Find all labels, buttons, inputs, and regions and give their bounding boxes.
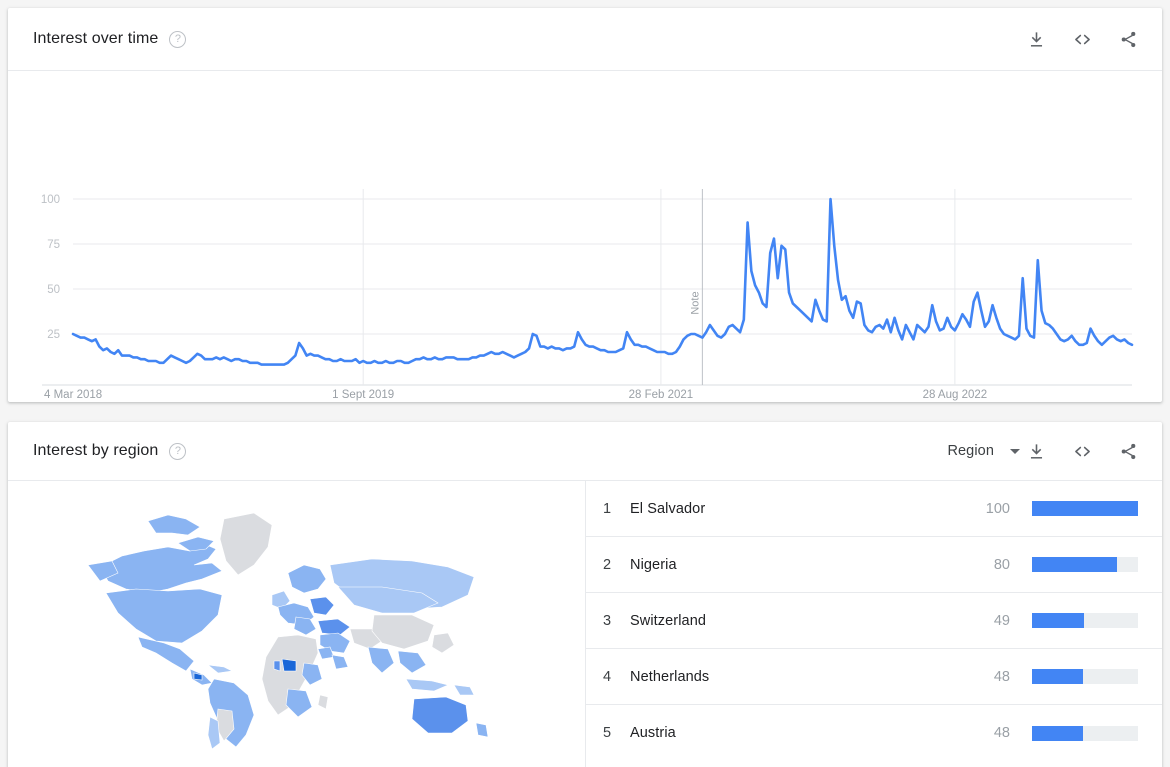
region-value: 48 (993, 668, 1010, 685)
trends-line-chart: 25 50 75 100 4 Mar 2018 1 Sept 2019 28 Feb 202… (41, 189, 1134, 401)
map-country-ghana[interactable] (273, 660, 280, 671)
region-value: 100 (985, 500, 1010, 517)
region-bar-fill (1032, 557, 1117, 572)
interest-by-region-actions (1024, 439, 1140, 463)
map-country-gulf[interactable] (331, 654, 348, 669)
map-country-canada[interactable] (99, 542, 223, 593)
x-axis-tick-label: 4 Mar 2018 (44, 389, 102, 401)
map-country-chile[interactable] (207, 716, 220, 750)
chevron-down-icon (1010, 448, 1020, 454)
region-bar-track (1032, 725, 1138, 741)
region-value: 48 (993, 725, 1010, 741)
map-country-mexico[interactable] (137, 636, 194, 671)
trends-line-series (71, 197, 1134, 366)
download-icon[interactable] (1024, 27, 1048, 51)
table-row[interactable]: 1 El Salvador 100 (586, 481, 1162, 537)
map-country-indonesia-east[interactable] (452, 684, 474, 695)
x-axis-tick-label: 28 Aug 2022 (923, 389, 988, 401)
region-value: 80 (993, 556, 1010, 573)
region-rank: 2 (603, 556, 612, 573)
map-country-china[interactable] (371, 614, 434, 649)
map-country-japan-korea[interactable] (431, 632, 454, 653)
embed-code-icon[interactable] (1070, 439, 1094, 463)
interest-over-time-chart: 25 50 75 100 4 Mar 2018 1 Sept 2019 28 Feb 202… (8, 71, 1162, 401)
map-country-arctic-islands[interactable] (147, 514, 201, 535)
interest-by-region-card: Interest by region ? Region 1 El Salvado… (8, 422, 1162, 767)
region-bar-fill (1032, 669, 1083, 684)
y-axis-tick-label: 25 (47, 329, 60, 341)
region-name: Switzerland (630, 612, 707, 629)
map-country-nigeria[interactable] (281, 658, 296, 671)
region-rank: 5 (603, 725, 612, 741)
google-trends-page: Interest over time ? 25 50 75 100 4 Mar … (0, 0, 1170, 767)
embed-code-icon[interactable] (1070, 27, 1094, 51)
map-country-greenland[interactable] (219, 512, 272, 575)
region-scope-label: Region (947, 443, 994, 459)
table-row[interactable]: 4 Netherlands 48 (586, 649, 1162, 705)
interest-by-region-body: 1 El Salvador 100 2 Nigeria 80 3 Switzerland 49 4… (8, 481, 1162, 767)
region-ranking-list: 1 El Salvador 100 2 Nigeria 80 3 Switzerland 49 4… (586, 481, 1162, 767)
world-map-pane[interactable] (8, 481, 586, 767)
interest-over-time-card: Interest over time ? 25 50 75 100 4 Mar … (8, 8, 1162, 402)
region-name: Nigeria (630, 556, 677, 573)
map-country-indonesia[interactable] (404, 678, 449, 691)
region-name: Austria (630, 725, 676, 741)
table-row[interactable]: 3 Switzerland 49 (586, 593, 1162, 649)
region-bar-fill (1032, 725, 1083, 741)
help-circle-icon[interactable]: ? (169, 30, 187, 48)
region-bar-track (1032, 501, 1138, 516)
page-title: Interest over time (33, 30, 159, 47)
interest-over-time-header: Interest over time ? (8, 8, 1162, 71)
region-rank: 3 (603, 612, 612, 629)
region-scope-dropdown[interactable]: Region (947, 443, 1020, 459)
region-name: El Salvador (630, 500, 706, 517)
y-axis-tick-label: 50 (47, 284, 60, 296)
world-choropleth-map[interactable] (82, 503, 512, 753)
map-country-central-europe[interactable] (309, 596, 334, 615)
region-name: Netherlands (630, 668, 710, 685)
map-country-southeast-asia[interactable] (397, 650, 426, 673)
region-bar-fill (1032, 613, 1084, 628)
table-row[interactable]: 2 Nigeria 80 (586, 537, 1162, 593)
map-country-east-africa[interactable] (301, 662, 322, 685)
y-axis-tick-label: 100 (41, 194, 60, 206)
interest-over-time-actions (1024, 27, 1140, 51)
x-axis-tick-label: 28 Feb 2021 (629, 389, 694, 401)
interest-by-region-header: Interest by region ? Region (8, 422, 1162, 481)
map-country-australia[interactable] (411, 696, 468, 733)
help-circle-icon[interactable]: ? (169, 442, 187, 460)
table-row[interactable]: 5 Austria 48 (586, 705, 1162, 761)
map-country-italy-balkans[interactable] (293, 616, 316, 635)
region-bar-track (1032, 669, 1138, 684)
map-country-caribbean[interactable] (206, 664, 233, 673)
download-icon[interactable] (1024, 439, 1048, 463)
region-value: 49 (993, 612, 1010, 629)
map-country-usa[interactable] (105, 588, 222, 643)
map-country-turkey[interactable] (317, 618, 351, 635)
region-rank: 1 (603, 500, 612, 517)
region-bar-fill (1032, 501, 1138, 516)
map-country-madagascar[interactable] (317, 694, 328, 709)
region-bar-track (1032, 613, 1138, 628)
map-country-scandinavia[interactable] (287, 564, 326, 593)
share-icon[interactable] (1116, 27, 1140, 51)
section-title: Interest by region (33, 442, 159, 459)
share-icon[interactable] (1116, 439, 1140, 463)
note-annotation-label: Note (689, 291, 701, 314)
map-country-southern-africa[interactable] (285, 688, 312, 717)
region-rank: 4 (603, 668, 612, 685)
x-axis-tick-label: 1 Sept 2019 (332, 389, 394, 401)
region-bar-track (1032, 557, 1138, 572)
map-country-india[interactable] (367, 646, 394, 673)
y-axis-tick-label: 75 (47, 239, 60, 251)
map-country-new-zealand[interactable] (475, 722, 488, 737)
